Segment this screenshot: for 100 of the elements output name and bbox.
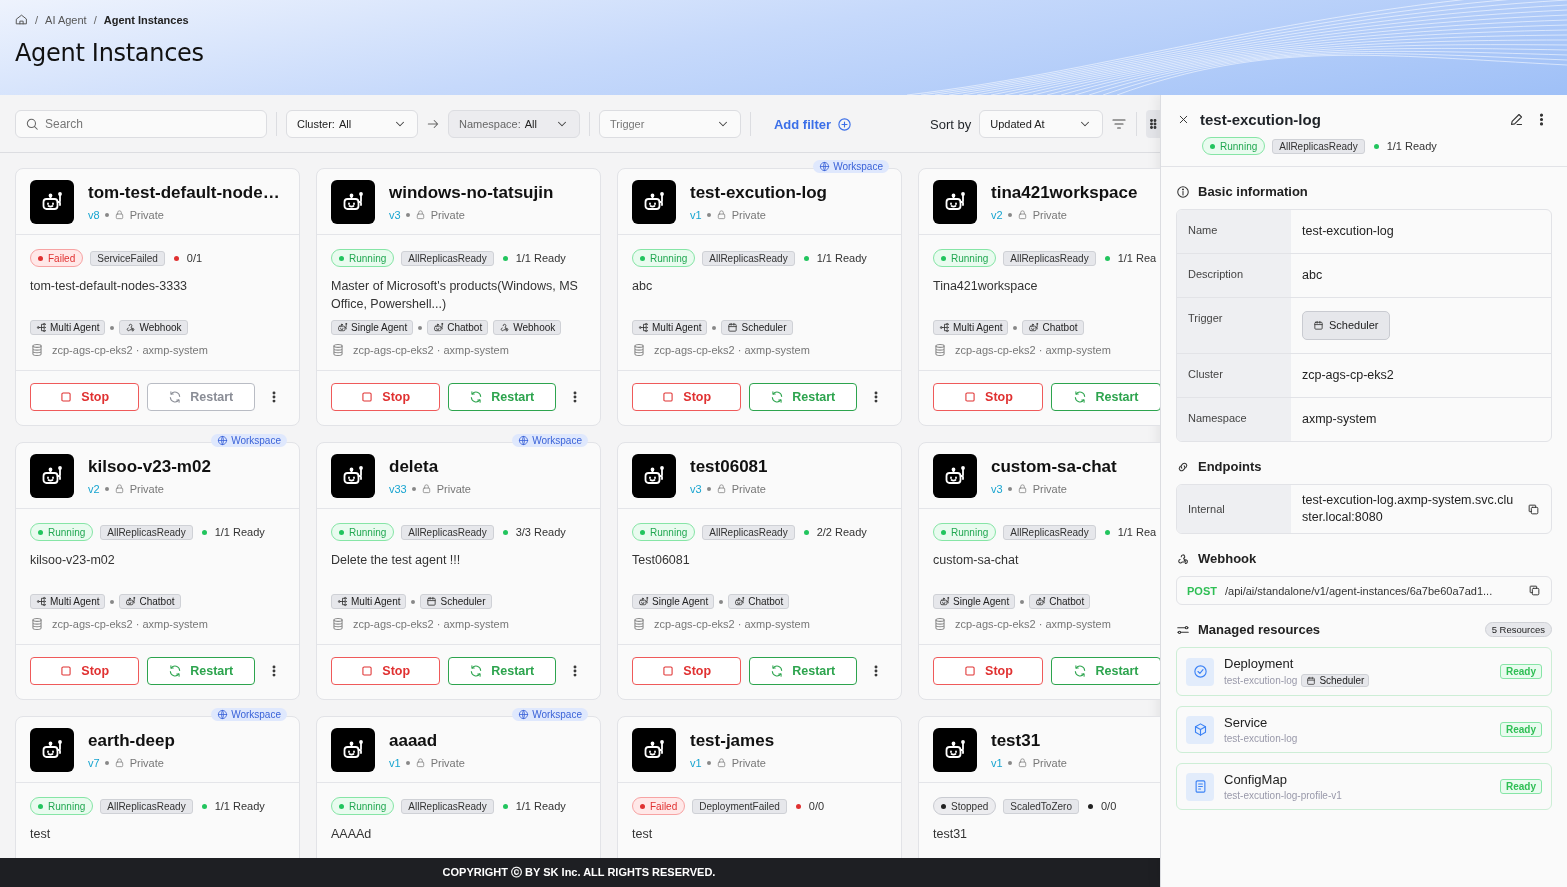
lock-icon <box>1016 483 1028 494</box>
resource-type: Service <box>1224 715 1269 730</box>
agent-name: test-excution-log <box>690 182 827 203</box>
replica-count: 1/1 Ready <box>515 800 566 812</box>
restart-button[interactable]: Restart <box>748 383 857 411</box>
copy-icon[interactable] <box>1527 502 1540 516</box>
robot-icon <box>1028 322 1040 333</box>
visibility-label: Private <box>129 756 164 769</box>
stop-icon <box>360 390 375 404</box>
hierarchy-icon <box>337 596 348 607</box>
replica-count: 1/1 Ready <box>1386 140 1437 152</box>
resource-type: Deployment <box>1224 656 1295 671</box>
type-tag: Webhook <box>119 320 188 335</box>
ready-badge: Ready <box>1500 722 1542 737</box>
globe-icon <box>819 161 831 172</box>
replica-count: 0/0 <box>1100 800 1117 812</box>
agent-name: aaaad <box>389 730 439 751</box>
cluster-namespace: zcp-ags-cp-eks2 · axmp-system <box>52 618 208 630</box>
replica-count: 1/1 Rea <box>1117 252 1157 264</box>
lock-icon <box>113 757 125 768</box>
visibility-label: Private <box>731 756 766 769</box>
database-icon <box>331 617 345 631</box>
stop-button[interactable]: Stop <box>632 657 741 685</box>
agent-description: Master of Microsoft's products(Windows, MS Office, Powershell...) <box>331 278 579 313</box>
close-icon[interactable] <box>1177 113 1190 126</box>
stop-button[interactable]: Stop <box>331 383 440 411</box>
type-tag: Chatbot <box>119 594 181 609</box>
sort-label: Sort by <box>930 116 972 132</box>
search-field[interactable]: Search <box>15 110 267 138</box>
visibility-label: Private <box>430 208 465 221</box>
replica-count: 3/3 Ready <box>515 526 566 538</box>
type-tag: Multi Agent <box>331 594 407 609</box>
agent-name: test-james <box>690 730 775 751</box>
stop-icon <box>360 664 375 678</box>
type-tag: Webhook <box>493 320 562 335</box>
type-tag: Multi Agent <box>30 320 106 335</box>
lock-icon <box>715 483 727 494</box>
http-method: POST <box>1187 584 1217 597</box>
cluster-namespace: zcp-ags-cp-eks2 · axmp-system <box>353 618 509 630</box>
lock-icon <box>414 757 426 768</box>
restart-button[interactable]: Restart <box>748 657 857 685</box>
grid-view-button[interactable] <box>1146 110 1160 138</box>
database-icon <box>933 343 947 357</box>
field-label: Name <box>1177 210 1291 253</box>
resource-name: test-excution-log <box>1224 733 1298 744</box>
visibility-label: Private <box>1032 208 1067 221</box>
calendar-icon <box>1306 675 1317 686</box>
version-label: v3 <box>991 482 1003 495</box>
info-icon <box>1176 184 1190 199</box>
stop-button[interactable]: Stop <box>331 657 440 685</box>
ready-badge: Ready <box>1500 779 1542 794</box>
select-field[interactable]: Trigger <box>598 110 741 138</box>
stop-button[interactable]: Stop <box>933 383 1043 411</box>
agent-name: test06081 <box>690 456 768 477</box>
lock-icon <box>1016 757 1028 768</box>
stop-button[interactable]: Stop <box>933 657 1043 685</box>
cluster-namespace: zcp-ags-cp-eks2 · axmp-system <box>654 618 810 630</box>
condition-tag: AllReplicasReady <box>1003 250 1096 266</box>
agent-description: test31 <box>933 826 969 843</box>
field-label: Namespace <box>1177 398 1291 441</box>
section-title: Managed resources <box>1198 622 1321 637</box>
visibility-label: Private <box>129 208 164 221</box>
hierarchy-icon <box>638 322 649 333</box>
stop-button[interactable]: Stop <box>30 657 139 685</box>
robot-icon <box>337 322 348 333</box>
resource-type: ConfigMap <box>1224 772 1288 787</box>
field-value: abc <box>1302 267 1323 284</box>
restart-button[interactable]: Restart <box>447 383 556 411</box>
version-label: v1 <box>991 756 1003 769</box>
type-tag: Chatbot <box>1022 320 1084 335</box>
endpoint-url: test-excution-log.axmp-system.svc.cluster.local:8080 <box>1302 492 1515 526</box>
restart-button[interactable]: Restart <box>1051 383 1160 411</box>
robot-icon <box>433 322 445 333</box>
restart-button[interactable]: Restart <box>146 657 255 685</box>
restart-button[interactable]: Restart <box>1051 657 1160 685</box>
cluster-namespace: zcp-ags-cp-eks2 · axmp-system <box>654 344 810 356</box>
condition-tag: DeploymentFailed <box>692 798 787 814</box>
type-tag: Chatbot <box>427 320 489 335</box>
stop-button[interactable]: Stop <box>30 383 139 411</box>
breadcrumb-link[interactable]: AI Agent <box>45 13 87 26</box>
agent-description: kilsoo-v23-m02 <box>30 552 116 569</box>
version-label: v1 <box>690 208 702 221</box>
sort-select[interactable]: Updated At <box>979 110 1104 138</box>
copy-icon[interactable] <box>1528 584 1541 597</box>
filter-icon[interactable] <box>1111 116 1128 132</box>
add-filter-link[interactable]: Add filter <box>773 116 852 132</box>
field-value: test-excution-log <box>1302 223 1394 240</box>
stop-button[interactable]: Stop <box>632 383 741 411</box>
replica-count: 0/0 <box>808 800 825 812</box>
robot-icon <box>939 596 950 607</box>
visibility-label: Private <box>731 482 766 495</box>
home-icon[interactable] <box>15 13 28 26</box>
version-label: v1 <box>389 756 401 769</box>
select-field[interactable]: Cluster: All <box>286 110 418 138</box>
edit-icon[interactable] <box>1509 112 1524 127</box>
agent-description: abc <box>632 278 654 295</box>
restart-button[interactable]: Restart <box>447 657 556 685</box>
replica-count: 1/1 Ready <box>816 252 867 264</box>
type-tag: Scheduler <box>420 594 492 609</box>
globe-icon <box>518 709 530 720</box>
